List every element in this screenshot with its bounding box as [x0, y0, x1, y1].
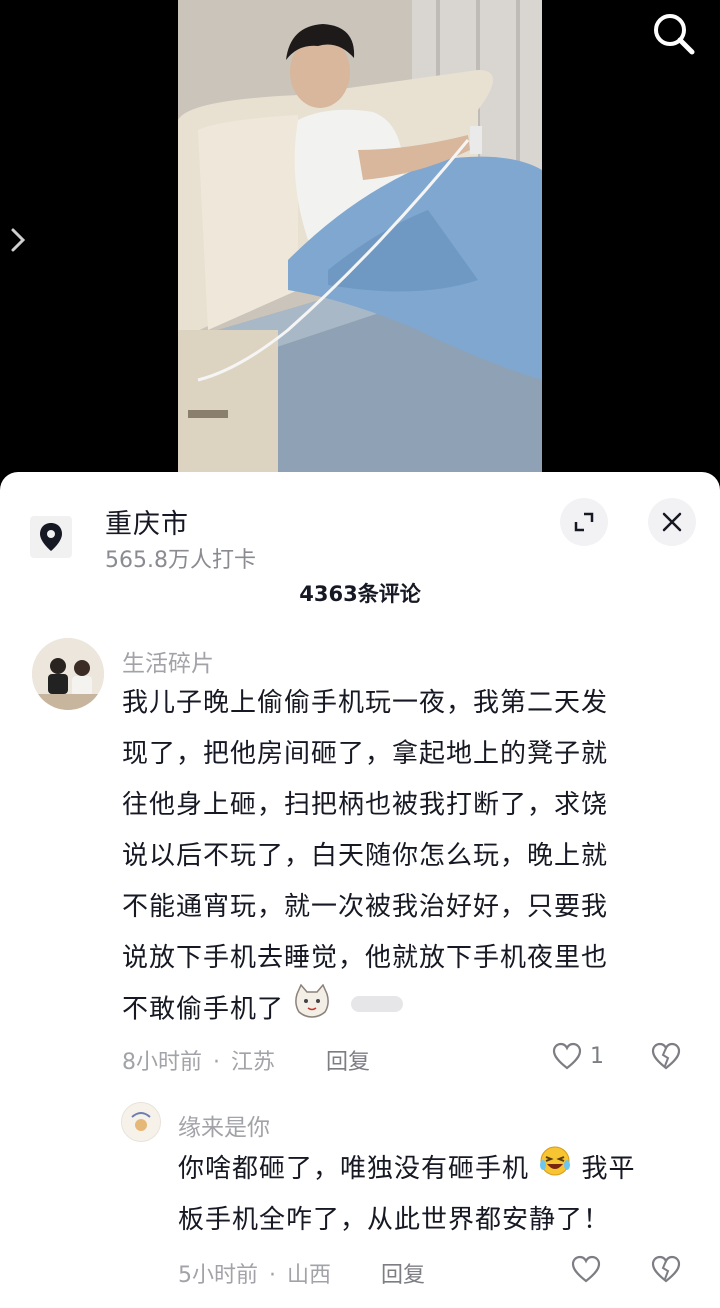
location-pin-icon [30, 516, 72, 558]
reply-text: 你啥都砸了，唯独没有砸手机 我平 板手机全咋了，从此世界都安静了！ [178, 1144, 688, 1246]
reply-line-text: 你啥都砸了，唯独没有砸手机 [178, 1154, 530, 1184]
heart-icon [552, 1042, 582, 1070]
reply-button[interactable]: 回复 [381, 1257, 425, 1289]
comment-username[interactable]: 生活碎片 [122, 644, 214, 678]
reply-time: 5小时前 [178, 1263, 258, 1288]
reply-meta: 5小时前 · 山西 [178, 1257, 331, 1289]
reply-line: 你啥都砸了，唯独没有砸手机 我平 [178, 1144, 688, 1195]
comment-line-text: 不敢偷手机了 [122, 994, 285, 1025]
comment-line: 现了，把他房间砸了，拿起地上的凳子就 [122, 739, 609, 769]
comment-line: 往他身上砸，扫把柄也被我打断了，求饶 [122, 790, 609, 820]
reply-username[interactable]: 缘来是你 [178, 1108, 270, 1142]
comment-line: 说放下手机去睡觉，他就放下手机夜里也 [122, 943, 609, 973]
location-city[interactable]: 重庆市 [105, 502, 189, 541]
video-frame [178, 0, 542, 472]
comment-line: 我儿子晚上偷偷手机玩一夜，我第二天发 [122, 688, 609, 718]
reply-line: 板手机全咋了，从此世界都安静了！ [178, 1205, 611, 1235]
video-player[interactable] [0, 0, 720, 500]
video-scene-image [178, 0, 542, 472]
avatar[interactable] [32, 638, 104, 710]
close-icon[interactable] [648, 498, 696, 546]
dislike-button[interactable] [651, 1255, 681, 1283]
reply-avatar[interactable] [121, 1102, 161, 1142]
comment-line: 不敢偷手机了 [122, 983, 682, 1036]
like-button[interactable]: 1 [552, 1042, 604, 1070]
broken-heart-icon [651, 1255, 681, 1283]
cat-emoji-icon [293, 983, 331, 1036]
separator-dot: · [269, 1263, 276, 1288]
location-checkins: 565.8万人打卡 [105, 548, 256, 573]
heart-icon [571, 1255, 601, 1283]
dislike-button[interactable] [651, 1042, 681, 1070]
comment-line: 不能通宵玩，就一次被我治好好，只要我 [122, 892, 609, 922]
expand-icon[interactable] [560, 498, 608, 546]
broken-heart-icon [651, 1042, 681, 1070]
comment-time: 8小时前 [122, 1050, 202, 1075]
comment-region: 江苏 [231, 1050, 276, 1075]
comment-text: 我儿子晚上偷偷手机玩一夜，我第二天发 现了，把他房间砸了，拿起地上的凳子就 往他… [122, 678, 682, 1036]
comments-sheet: 重庆市 565.8万人打卡 4363条评论 生活碎片 我儿子晚上偷偷手机玩一夜，… [0, 472, 720, 1308]
laughing-tears-emoji-icon [538, 1144, 572, 1195]
like-button[interactable] [571, 1255, 601, 1283]
separator-dot: · [213, 1050, 220, 1075]
search-icon[interactable] [648, 8, 700, 60]
comments-count-title: 4363条评论 [299, 582, 421, 606]
reply-region: 山西 [287, 1263, 332, 1288]
reply-line-text: 我平 [581, 1154, 636, 1184]
like-count: 1 [590, 1043, 604, 1069]
reply-button[interactable]: 回复 [326, 1044, 370, 1076]
comment-meta: 8小时前 · 江苏 [122, 1044, 275, 1076]
blurred-sticker-icon [347, 985, 407, 1036]
chevron-right-icon[interactable] [8, 226, 28, 254]
comment-line: 说以后不玩了，白天随你怎么玩，晚上就 [122, 841, 609, 871]
